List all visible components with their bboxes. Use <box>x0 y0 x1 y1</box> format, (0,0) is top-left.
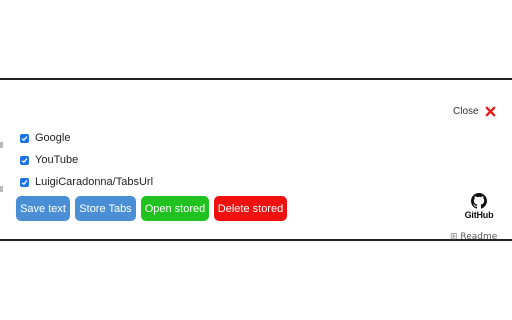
background-edge-mark <box>0 142 3 148</box>
item-label: Google <box>35 132 71 144</box>
save-text-button[interactable]: Save text <box>16 196 70 221</box>
close-icon <box>485 106 495 116</box>
delete-stored-button[interactable]: Delete stored <box>214 196 287 221</box>
store-tabs-button[interactable]: Store Tabs <box>75 196 136 221</box>
google-checkbox[interactable] <box>20 133 29 143</box>
item-label: YouTube <box>35 154 79 166</box>
github-link[interactable]: GitHub <box>462 193 496 223</box>
github-icon <box>471 193 487 209</box>
list-item-google: Google <box>20 131 70 145</box>
list-item-tabsurl: LuigiCaradonna/TabsUrl <box>20 175 153 189</box>
youtube-checkbox[interactable] <box>20 155 29 165</box>
github-label: GitHub <box>464 210 494 220</box>
tabsurl-checkbox[interactable] <box>20 177 29 187</box>
close-label: Close <box>453 105 479 117</box>
open-stored-button[interactable]: Open stored <box>141 196 209 221</box>
background-readme-text: ⊞ Readme <box>450 232 498 242</box>
item-label: LuigiCaradonna/TabsUrl <box>35 176 154 188</box>
screen: ⊞ Readme Close Google YouTube LuigiCarad… <box>0 0 512 320</box>
close-button[interactable]: Close <box>453 103 496 119</box>
list-item-youtube: YouTube <box>20 153 78 167</box>
background-edge-mark <box>0 186 3 192</box>
